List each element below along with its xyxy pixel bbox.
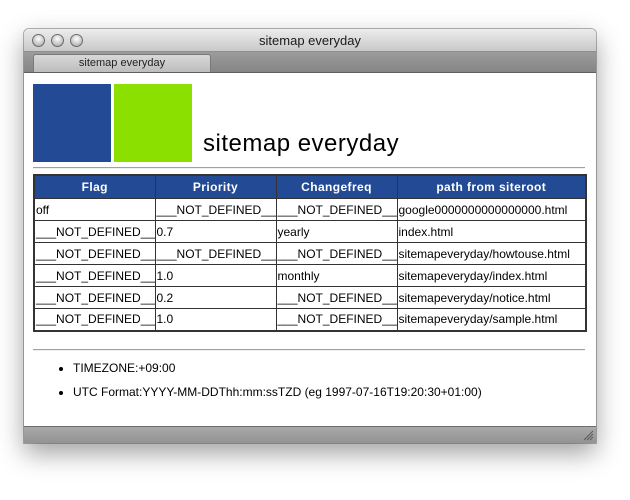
- cell-path: sitemapeveryday/notice.html: [396, 286, 587, 309]
- cell-changefreq: yearly: [275, 220, 398, 243]
- cell-changefreq: ___NOT_DEFINED___: [275, 286, 398, 309]
- table-row: ___NOT_DEFINED___ 0.7 yearly index.html: [33, 220, 587, 243]
- table-row: ___NOT_DEFINED___ 1.0 monthly sitemapeve…: [33, 264, 587, 287]
- cell-flag: ___NOT_DEFINED___: [33, 264, 156, 287]
- table-row: ___NOT_DEFINED___ 0.2 ___NOT_DEFINED___ …: [33, 286, 587, 309]
- cell-priority: 1.0: [154, 308, 277, 331]
- cell-flag: off: [33, 198, 156, 221]
- table-row: ___NOT_DEFINED___ ___NOT_DEFINED___ ___N…: [33, 242, 587, 265]
- cell-priority: ___NOT_DEFINED___: [154, 242, 277, 265]
- cell-priority: 1.0: [154, 264, 277, 287]
- logo-green-square: [114, 84, 192, 162]
- cell-priority: 0.7: [154, 220, 277, 243]
- column-header-changefreq: Changefreq: [275, 174, 398, 199]
- logo-blue-square: [33, 84, 111, 162]
- note-timezone: TIMEZONE:+09:00: [73, 360, 482, 376]
- cell-path: sitemapeveryday/index.html: [396, 264, 587, 287]
- cell-path: index.html: [396, 220, 587, 243]
- cell-changefreq: ___NOT_DEFINED___: [275, 308, 398, 331]
- table-row: off ___NOT_DEFINED___ ___NOT_DEFINED___ …: [33, 198, 587, 221]
- tab-sitemap-everyday[interactable]: sitemap everyday: [33, 54, 211, 72]
- sitemap-table: Flag Priority Changefreq path from siter…: [33, 174, 587, 332]
- cell-changefreq: ___NOT_DEFINED___: [275, 242, 398, 265]
- table-row: ___NOT_DEFINED___ 1.0 ___NOT_DEFINED___ …: [33, 308, 587, 331]
- resize-grip-icon[interactable]: [583, 430, 594, 441]
- divider: [33, 167, 585, 169]
- cell-changefreq: monthly: [275, 264, 398, 287]
- cell-changefreq: ___NOT_DEFINED___: [275, 198, 398, 221]
- cell-flag: ___NOT_DEFINED___: [33, 286, 156, 309]
- divider: [33, 349, 585, 351]
- cell-priority: ___NOT_DEFINED___: [154, 198, 277, 221]
- table-header-row: Flag Priority Changefreq path from siter…: [33, 174, 587, 199]
- tab-strip: sitemap everyday: [24, 52, 596, 73]
- page-title: sitemap everyday: [203, 130, 400, 157]
- page-content: sitemap everyday Flag Priority Changefre…: [24, 73, 596, 426]
- cell-flag: ___NOT_DEFINED___: [33, 242, 156, 265]
- cell-path: sitemapeveryday/sample.html: [396, 308, 587, 331]
- browser-window: sitemap everyday sitemap everyday sitema…: [24, 29, 596, 443]
- status-bar: [24, 426, 596, 443]
- column-header-flag: Flag: [33, 174, 156, 199]
- cell-priority: 0.2: [154, 286, 277, 309]
- column-header-priority: Priority: [154, 174, 277, 199]
- window-title: sitemap everyday: [259, 33, 361, 48]
- notes-list: TIMEZONE:+09:00 UTC Format:YYYY-MM-DDThh…: [53, 360, 482, 408]
- note-utc-format: UTC Format:YYYY-MM-DDThh:mm:ssTZD (eg 19…: [73, 384, 482, 400]
- cell-flag: ___NOT_DEFINED___: [33, 308, 156, 331]
- cell-path: google0000000000000000.html: [396, 198, 587, 221]
- cell-path: sitemapeveryday/howtouse.html: [396, 242, 587, 265]
- cell-flag: ___NOT_DEFINED___: [33, 220, 156, 243]
- column-header-path: path from siteroot: [396, 174, 587, 199]
- title-bar[interactable]: sitemap everyday: [24, 29, 596, 52]
